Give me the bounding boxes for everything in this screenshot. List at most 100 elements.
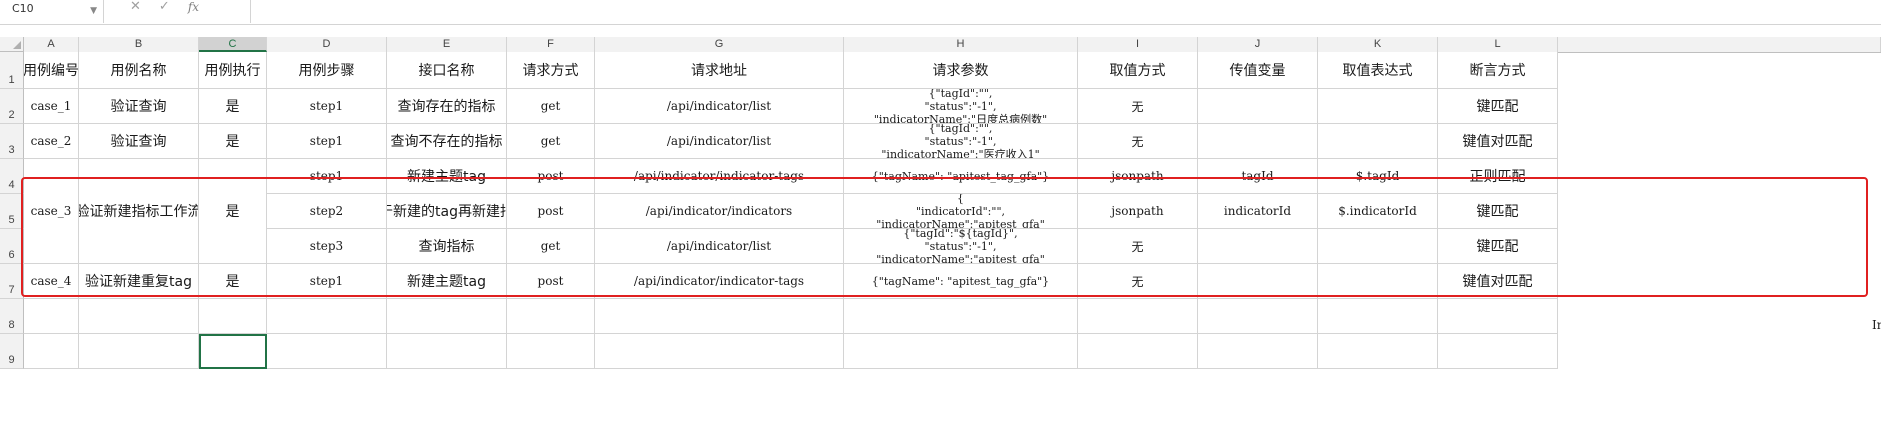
cell-var[interactable] <box>1198 124 1318 159</box>
merged-cell-exec[interactable]: 是 <box>199 159 267 264</box>
header-cell-k[interactable]: 取值表达式 <box>1318 52 1438 89</box>
row-header-3[interactable]: 3 <box>0 124 24 159</box>
empty-cell[interactable] <box>267 299 387 334</box>
column-header-j[interactable]: J <box>1198 37 1318 52</box>
cell-name[interactable]: 验证查询 <box>79 89 199 124</box>
name-box[interactable]: C10 ▼ <box>0 0 104 23</box>
empty-cell[interactable] <box>1318 299 1438 334</box>
cell-api[interactable]: 新建主题tag <box>387 159 507 194</box>
cell-expr[interactable] <box>1318 264 1438 299</box>
row-header-4[interactable]: 4 <box>0 159 24 194</box>
cell-var[interactable]: indicatorId <box>1198 194 1318 229</box>
cell-extract[interactable]: 无 <box>1078 89 1198 124</box>
cell-assert[interactable]: 键匹配 <box>1438 194 1558 229</box>
cell-assert[interactable]: 键匹配 <box>1438 89 1558 124</box>
cell-url[interactable]: /api/indicator/indicator-tags <box>595 159 844 194</box>
row-header-8[interactable]: 8 <box>0 299 24 334</box>
empty-cell[interactable] <box>267 334 387 369</box>
cell-method[interactable]: get <box>507 124 595 159</box>
header-cell-a[interactable]: 用例编号 <box>24 52 79 89</box>
column-header-a[interactable]: A <box>24 37 79 52</box>
column-header-m[interactable] <box>1558 37 1881 52</box>
cell-extract[interactable]: jsonpath <box>1078 159 1198 194</box>
column-header-g[interactable]: G <box>595 37 844 52</box>
cell-params[interactable]: {"tagId":"${tagId}", "status":"-1", "ind… <box>844 229 1078 264</box>
confirm-icon[interactable]: ✓ <box>159 0 170 22</box>
header-cell-b[interactable]: 用例名称 <box>79 52 199 89</box>
cell-url[interactable]: /api/indicator/list <box>595 89 844 124</box>
cell-api[interactable]: 基于新建的tag再新建指标 <box>387 194 507 229</box>
cell-step[interactable]: step1 <box>267 124 387 159</box>
cell-extract[interactable]: 无 <box>1078 124 1198 159</box>
header-cell-f[interactable]: 请求方式 <box>507 52 595 89</box>
empty-cell[interactable] <box>1198 334 1318 369</box>
cell-params[interactable]: {"tagId":"", "status":"-1", "indicatorNa… <box>844 124 1078 159</box>
cell-exec[interactable]: 是 <box>199 124 267 159</box>
cell-method[interactable]: post <box>507 194 595 229</box>
cell-id[interactable]: case_1 <box>24 89 79 124</box>
cell-var[interactable]: tagId <box>1198 159 1318 194</box>
cell-name[interactable]: 验证新建重复tag <box>79 264 199 299</box>
empty-cell[interactable] <box>1078 334 1198 369</box>
cell-name[interactable]: 验证查询 <box>79 124 199 159</box>
cell-api[interactable]: 新建主题tag <box>387 264 507 299</box>
empty-cell[interactable] <box>844 334 1078 369</box>
column-header-f[interactable]: F <box>507 37 595 52</box>
column-header-l[interactable]: L <box>1438 37 1558 52</box>
cell-exec[interactable]: 是 <box>199 89 267 124</box>
cell-step[interactable]: step2 <box>267 194 387 229</box>
row-header-5[interactable]: 5 <box>0 194 24 229</box>
cell-step[interactable]: step1 <box>267 89 387 124</box>
empty-cell[interactable] <box>595 299 844 334</box>
cell-assert[interactable]: 键匹配 <box>1438 229 1558 264</box>
cell-expr[interactable]: $.indicatorId <box>1318 194 1438 229</box>
cell-var[interactable] <box>1198 89 1318 124</box>
row-header-9[interactable]: 9 <box>0 334 24 369</box>
cell-url[interactable]: /api/indicator/indicators <box>595 194 844 229</box>
cell-extract[interactable]: jsonpath <box>1078 194 1198 229</box>
empty-cell[interactable] <box>24 334 79 369</box>
empty-cell[interactable] <box>24 299 79 334</box>
header-cell-d[interactable]: 用例步骤 <box>267 52 387 89</box>
formula-input[interactable] <box>251 0 1881 23</box>
row-header-7[interactable]: 7 <box>0 264 24 299</box>
cell-params[interactable]: { "indicatorId":"", "indicatorName":"api… <box>844 194 1078 229</box>
cell-assert[interactable]: 键值对匹配 <box>1438 124 1558 159</box>
empty-cell[interactable] <box>79 299 199 334</box>
empty-cell[interactable] <box>595 334 844 369</box>
active-cell-c10[interactable] <box>199 334 267 369</box>
empty-cell[interactable] <box>507 334 595 369</box>
row-header-2[interactable]: 2 <box>0 89 24 124</box>
empty-cell[interactable] <box>844 299 1078 334</box>
cell-params[interactable]: {"tagName": "apitest_tag_gfa"} <box>844 264 1078 299</box>
header-cell-i[interactable]: 取值方式 <box>1078 52 1198 89</box>
column-header-d[interactable]: D <box>267 37 387 52</box>
header-cell-c[interactable]: 用例执行 <box>199 52 267 89</box>
cell-url[interactable]: /api/indicator/indicator-tags <box>595 264 844 299</box>
row-header-6[interactable]: 6 <box>0 229 24 264</box>
cell-step[interactable]: step1 <box>267 264 387 299</box>
cancel-icon[interactable]: ✕ <box>130 0 141 22</box>
cell-step[interactable]: step1 <box>267 159 387 194</box>
cell-method[interactable]: get <box>507 229 595 264</box>
empty-cell[interactable] <box>1438 299 1558 334</box>
cell-params[interactable]: {"tagName": "apitest_tag_gfa"} <box>844 159 1078 194</box>
cell-var[interactable] <box>1198 264 1318 299</box>
cell-api[interactable]: 查询存在的指标 <box>387 89 507 124</box>
cell-assert[interactable]: 正则匹配 <box>1438 159 1558 194</box>
cell-extract[interactable]: 无 <box>1078 229 1198 264</box>
empty-cell[interactable] <box>387 299 507 334</box>
cell-step[interactable]: step3 <box>267 229 387 264</box>
header-cell-h[interactable]: 请求参数 <box>844 52 1078 89</box>
empty-cell[interactable] <box>507 299 595 334</box>
empty-cell[interactable] <box>1078 299 1198 334</box>
column-header-b[interactable]: B <box>79 37 199 52</box>
select-all-button[interactable] <box>0 37 24 52</box>
empty-cell[interactable] <box>1198 299 1318 334</box>
column-header-k[interactable]: K <box>1318 37 1438 52</box>
merged-cell-name[interactable]: 验证新建指标工作流 <box>79 159 199 264</box>
cell-params[interactable]: {"tagId":"", "status":"-1", "indicatorNa… <box>844 89 1078 124</box>
cell-method[interactable]: get <box>507 89 595 124</box>
cell-method[interactable]: post <box>507 264 595 299</box>
cell-exec[interactable]: 是 <box>199 264 267 299</box>
